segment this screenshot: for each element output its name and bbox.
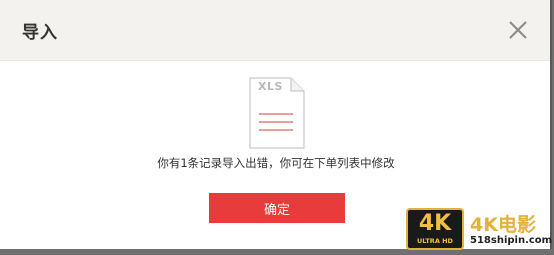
confirm-button[interactable]: 确定 bbox=[209, 193, 345, 223]
close-icon bbox=[509, 21, 527, 39]
watermark-badge: 4K ULTRA HD bbox=[406, 208, 464, 250]
close-button[interactable] bbox=[506, 18, 530, 42]
dialog-header: 导入 bbox=[0, 0, 550, 61]
watermark-title: 4K电影 bbox=[470, 214, 536, 236]
import-error-message: 你有1条记录导入出错，你可在下单列表中修改 bbox=[157, 156, 395, 170]
dialog-title: 导入 bbox=[22, 23, 58, 43]
watermark-badge-main: 4K bbox=[418, 211, 452, 236]
watermark-badge-sub: ULTRA HD bbox=[417, 237, 453, 245]
file-type-label: XLS bbox=[258, 80, 283, 93]
watermark-logo: 4K ULTRA HD 4K电影 518shipin.com bbox=[404, 202, 554, 255]
watermark-site: 518shipin.com bbox=[470, 235, 553, 246]
